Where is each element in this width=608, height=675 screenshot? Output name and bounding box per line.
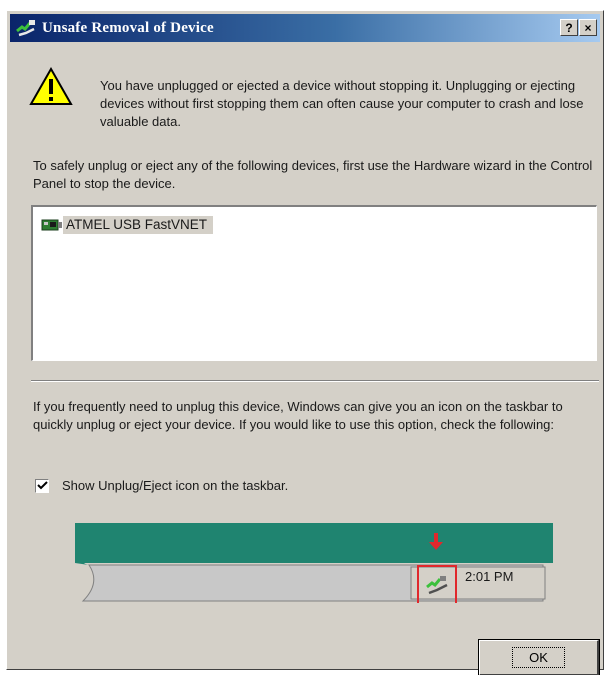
show-icon-label: Show Unplug/Eject icon on the taskbar. (62, 478, 289, 493)
warning-icon (29, 67, 73, 105)
unsafe-removal-dialog: Unsafe Removal of Device ? × You have un… (6, 10, 604, 675)
device-label: ATMEL USB FastVNET (63, 216, 214, 234)
taskbar-preview (75, 523, 553, 603)
device-list[interactable]: ATMEL USB FastVNET (31, 205, 597, 361)
network-card-icon (41, 219, 62, 231)
window-title: Unsafe Removal of Device (42, 19, 214, 36)
warning-message: You have unplugged or ejected a device w… (100, 78, 584, 129)
unplug-eject-icon (16, 20, 35, 37)
divider (31, 380, 599, 382)
list-item[interactable]: ATMEL USB FastVNET (41, 214, 214, 236)
instructions-text: To safely unplug or eject any of the fol… (33, 158, 593, 191)
show-icon-checkbox[interactable] (35, 478, 49, 493)
ok-label: OK (512, 647, 565, 668)
close-button[interactable]: × (579, 19, 597, 36)
ok-button[interactable]: OK (478, 639, 600, 675)
clock-readout: 2:01 PM (465, 569, 514, 584)
checkmark-icon (36, 481, 48, 490)
title-bar[interactable]: Unsafe Removal of Device ? × (10, 14, 600, 42)
help-button[interactable]: ? (560, 19, 578, 36)
show-icon-option[interactable]: Show Unplug/Eject icon on the taskbar. (35, 478, 288, 493)
taskbar-info-text: If you frequently need to unplug this de… (33, 399, 563, 432)
